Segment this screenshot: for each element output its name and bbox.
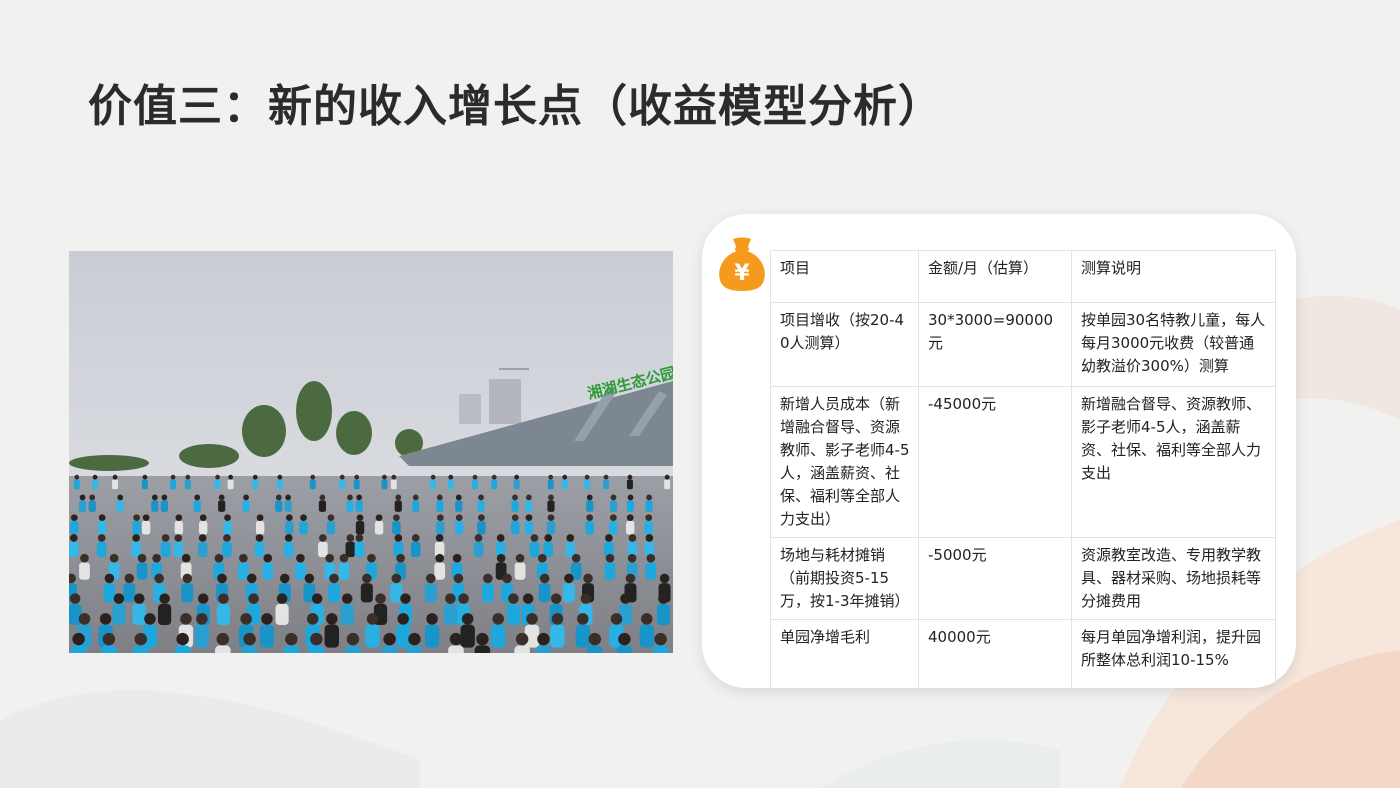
- row-note: 每月单园净增利润，提升园所整体总利润10-15%: [1071, 619, 1276, 692]
- page-title: 价值三：新的收入增长点（收益模型分析）: [88, 81, 943, 132]
- revenue-table: 项目 金额/月（估算） 测算说明 项目增收（按20-40人测算） 30*3000…: [770, 250, 1276, 692]
- row-amount: 30*3000=90000元: [918, 302, 1072, 387]
- header-note: 测算说明: [1071, 250, 1276, 303]
- row-item: 新增人员成本（新增融合督导、资源教师、影子老师4-5人，涵盖薪资、社保、福利等全…: [770, 386, 919, 538]
- table-header-row: 项目 金额/月（估算） 测算说明: [770, 250, 1276, 303]
- row-note: 新增融合督导、资源教师、影子老师4-5人，涵盖薪资、社保、福利等全部人力支出: [1071, 386, 1276, 538]
- event-photo: 湘湖生态公园: [69, 251, 673, 653]
- row-amount: 40000元: [918, 619, 1072, 692]
- row-item: 单园净增毛利: [770, 619, 919, 692]
- header-amount: 金额/月（估算）: [918, 250, 1072, 303]
- money-bag-icon: ¥: [719, 237, 765, 291]
- table-row: 场地与耗材摊销（前期投资5-15万，按1-3年摊销） -5000元 资源教室改造…: [770, 537, 1276, 620]
- row-item: 场地与耗材摊销（前期投资5-15万，按1-3年摊销）: [770, 537, 919, 620]
- table-row: 单园净增毛利 40000元 每月单园净增利润，提升园所整体总利润10-15%: [770, 619, 1276, 692]
- row-note: 按单园30名特教儿童，每人每月3000元收费（较普通幼教溢价300%）测算: [1071, 302, 1276, 387]
- row-amount: -45000元: [918, 386, 1072, 538]
- header-item: 项目: [770, 250, 919, 303]
- row-amount: -5000元: [918, 537, 1072, 620]
- table-row: 新增人员成本（新增融合督导、资源教师、影子老师4-5人，涵盖薪资、社保、福利等全…: [770, 386, 1276, 538]
- table-row: 项目增收（按20-40人测算） 30*3000=90000元 按单园30名特教儿…: [770, 302, 1276, 387]
- row-item: 项目增收（按20-40人测算）: [770, 302, 919, 387]
- row-note: 资源教室改造、专用教学教具、器材采购、场地损耗等分摊费用: [1071, 537, 1276, 620]
- yen-symbol: ¥: [734, 261, 750, 286]
